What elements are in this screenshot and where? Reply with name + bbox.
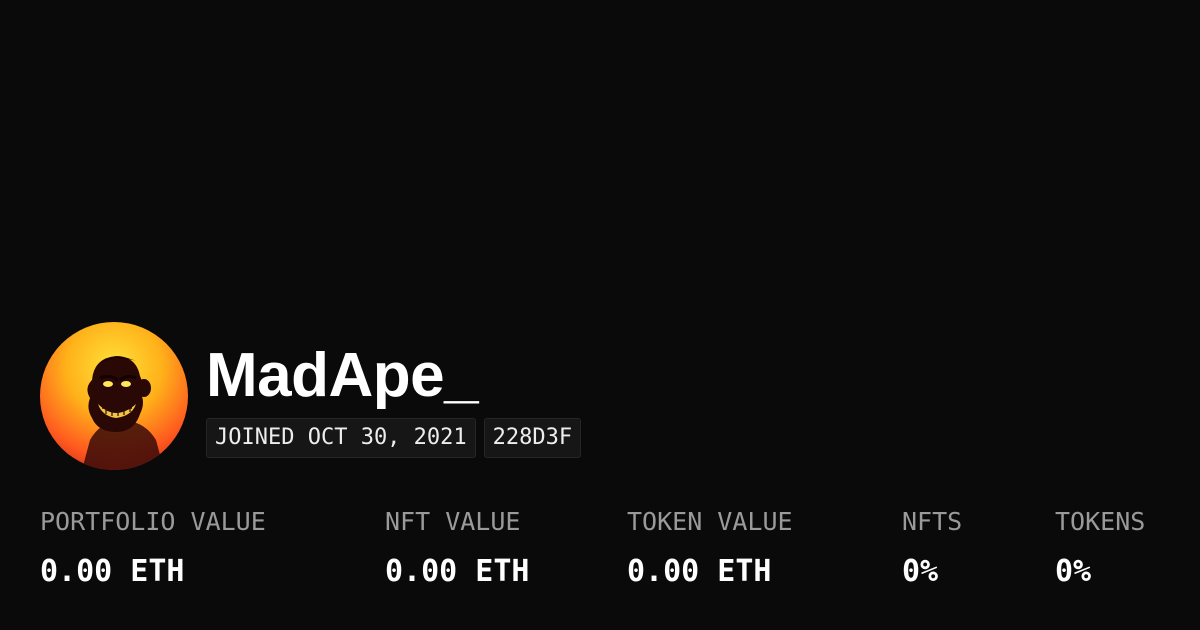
ape-avatar-icon xyxy=(82,356,164,470)
badge-row: JOINED OCT 30, 2021 228D3F xyxy=(206,418,582,458)
stat-label: TOKENS xyxy=(1055,507,1146,536)
stat-value: 0% xyxy=(1055,554,1092,589)
stat-label: NFTS xyxy=(902,507,963,536)
identity-block: MadApe_ JOINED OCT 30, 2021 228D3F xyxy=(206,340,582,458)
stat-label: TOKEN VALUE xyxy=(627,507,793,536)
avatar[interactable] xyxy=(40,322,188,470)
stat-label: PORTFOLIO VALUE xyxy=(40,507,266,536)
stat-portfolio-value: PORTFOLIO VALUE 0.00 ETH xyxy=(40,506,266,590)
stat-nft-value: NFT VALUE 0.00 ETH xyxy=(385,506,530,590)
stat-value: 0.00 ETH xyxy=(40,554,185,589)
stat-value: 0.00 ETH xyxy=(385,554,530,589)
stat-nfts: NFTS 0% xyxy=(902,506,962,590)
username: MadApe_ xyxy=(206,341,479,410)
stat-token-value: TOKEN VALUE 0.00 ETH xyxy=(627,506,793,590)
stats-row: PORTFOLIO VALUE 0.00 ETH NFT VALUE 0.00 … xyxy=(40,506,1180,596)
address-badge[interactable]: 228D3F xyxy=(483,418,582,458)
stat-tokens: TOKENS 0% xyxy=(1055,506,1145,590)
stat-value: 0.00 ETH xyxy=(627,554,772,589)
profile-header: MadApe_ JOINED OCT 30, 2021 228D3F xyxy=(40,322,582,470)
stat-value: 0% xyxy=(902,554,939,589)
stat-label: NFT VALUE xyxy=(385,507,521,536)
joined-date-badge: JOINED OCT 30, 2021 xyxy=(206,418,476,458)
